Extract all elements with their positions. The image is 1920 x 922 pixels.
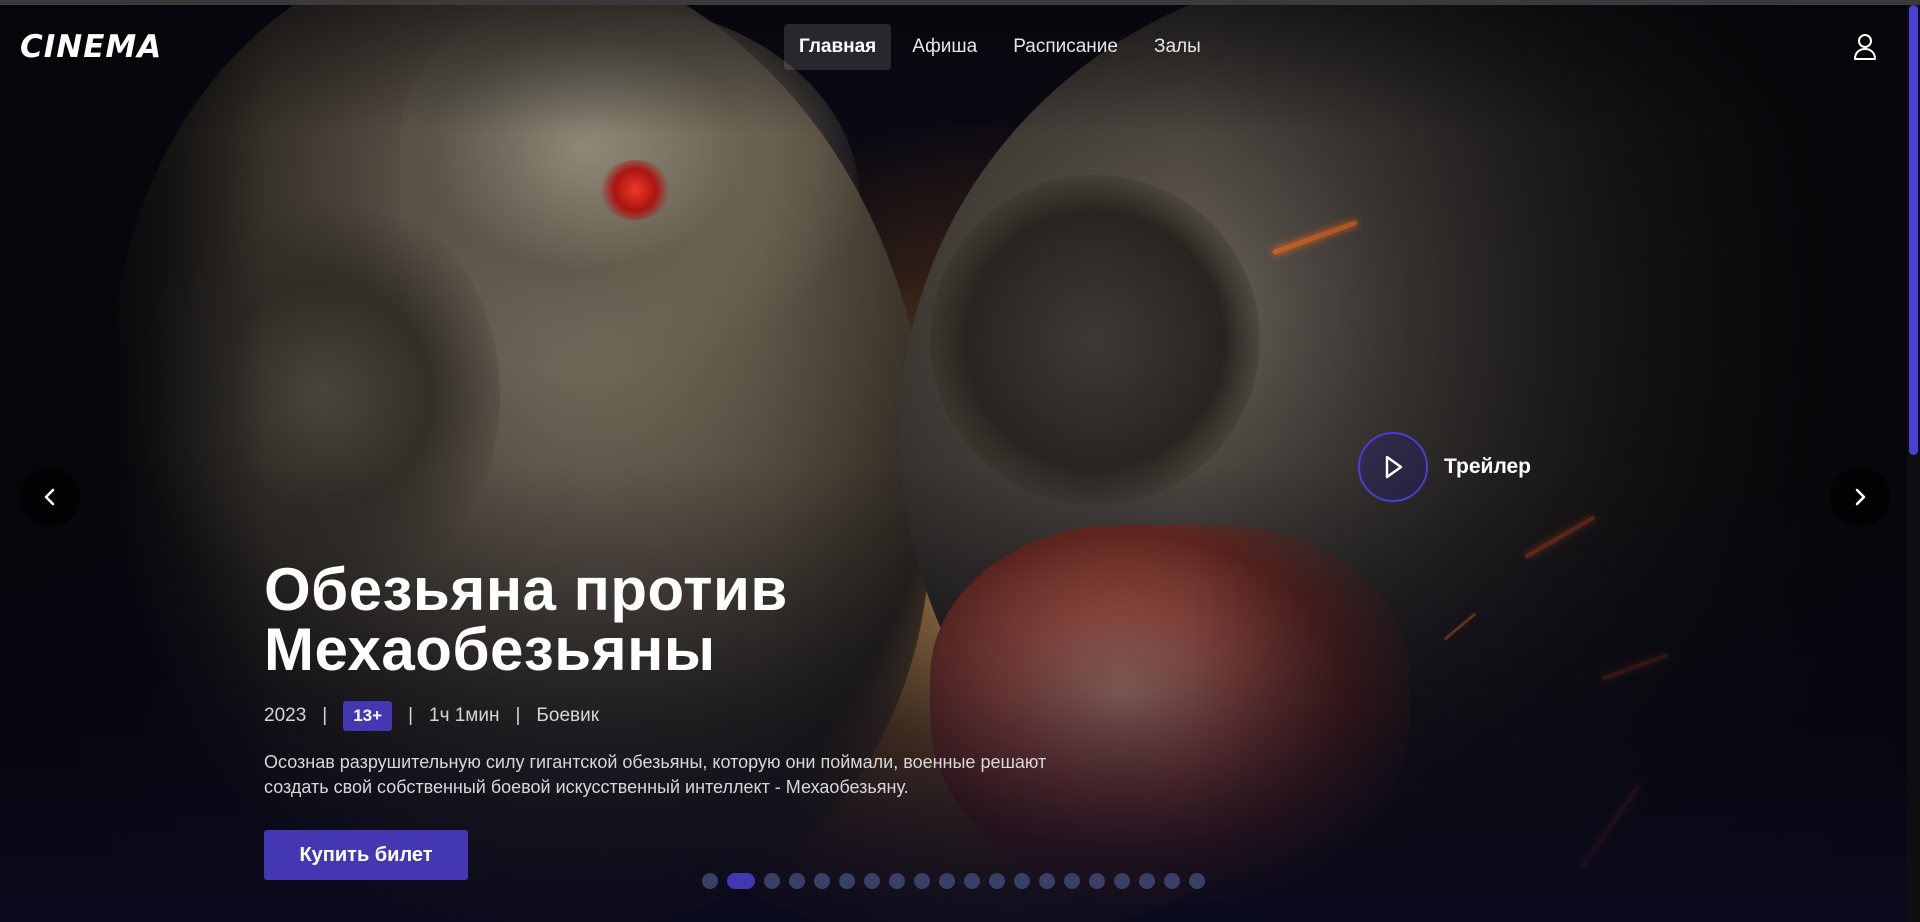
- nav-item-afisha[interactable]: Афиша: [897, 24, 992, 70]
- movie-info: Обезьяна против Мехаобезьяны 2023 | 13+ …: [264, 560, 1164, 880]
- buy-ticket-button[interactable]: Купить билет: [264, 830, 468, 880]
- carousel-dot[interactable]: [914, 873, 930, 889]
- window-top-bar: [0, 0, 1920, 5]
- carousel-next-button[interactable]: [1830, 467, 1890, 527]
- carousel-dot[interactable]: [989, 873, 1005, 889]
- movie-duration: 1ч 1мин: [429, 705, 500, 726]
- movie-genre: Боевик: [536, 705, 600, 726]
- carousel-dot[interactable]: [1014, 873, 1030, 889]
- carousel-dot-active[interactable]: [727, 873, 755, 889]
- main-nav: Главная Афиша Расписание Залы: [784, 24, 1216, 70]
- movie-meta: 2023 | 13+ | 1ч 1мин | Боевик: [264, 700, 1164, 732]
- scrollbar-thumb[interactable]: [1909, 5, 1918, 455]
- top-navigation-bar: CINEMA Главная Афиша Расписание Залы: [0, 5, 1920, 87]
- carousel-dot[interactable]: [1189, 873, 1205, 889]
- carousel-dot[interactable]: [1064, 873, 1080, 889]
- chevron-right-icon: [1855, 488, 1866, 506]
- cinema-logo[interactable]: CINEMA: [20, 29, 162, 65]
- movie-description: Осознав разрушительную силу гигантской о…: [264, 752, 1047, 797]
- nav-item-home[interactable]: Главная: [784, 24, 892, 70]
- carousel-dot[interactable]: [864, 873, 880, 889]
- carousel-dot[interactable]: [814, 873, 830, 889]
- carousel-dots: [702, 873, 1205, 889]
- carousel-dot[interactable]: [702, 873, 718, 889]
- carousel-dot[interactable]: [1164, 873, 1180, 889]
- carousel-dot[interactable]: [1114, 873, 1130, 889]
- carousel-dot[interactable]: [1039, 873, 1055, 889]
- user-icon-graphic: [1854, 34, 1876, 60]
- movie-year: 2023: [264, 705, 307, 726]
- play-icon: [1385, 455, 1403, 479]
- chevron-left-icon: [44, 488, 55, 506]
- carousel-dot[interactable]: [839, 873, 855, 889]
- meta-separator: |: [408, 705, 413, 726]
- meta-separator: |: [322, 705, 328, 726]
- trailer-button[interactable]: Трейлер: [1358, 432, 1531, 502]
- carousel-dot[interactable]: [939, 873, 955, 889]
- carousel-prev-button[interactable]: [20, 467, 80, 527]
- meta-separator: |: [515, 705, 521, 726]
- carousel-dot[interactable]: [1139, 873, 1155, 889]
- carousel-dot[interactable]: [964, 873, 980, 889]
- carousel-dot[interactable]: [789, 873, 805, 889]
- carousel-dot[interactable]: [889, 873, 905, 889]
- trailer-label[interactable]: Трейлер: [1444, 455, 1531, 479]
- carousel-dot[interactable]: [1089, 873, 1105, 889]
- play-button-circle[interactable]: [1358, 432, 1428, 502]
- movie-title: Обезьяна против Мехаобезьяны: [264, 556, 788, 683]
- age-rating-badge: 13+: [343, 701, 393, 731]
- nav-item-halls[interactable]: Залы: [1139, 24, 1216, 70]
- nav-item-schedule[interactable]: Расписание: [998, 24, 1133, 70]
- user-icon[interactable]: [1852, 33, 1878, 61]
- carousel-dot[interactable]: [764, 873, 780, 889]
